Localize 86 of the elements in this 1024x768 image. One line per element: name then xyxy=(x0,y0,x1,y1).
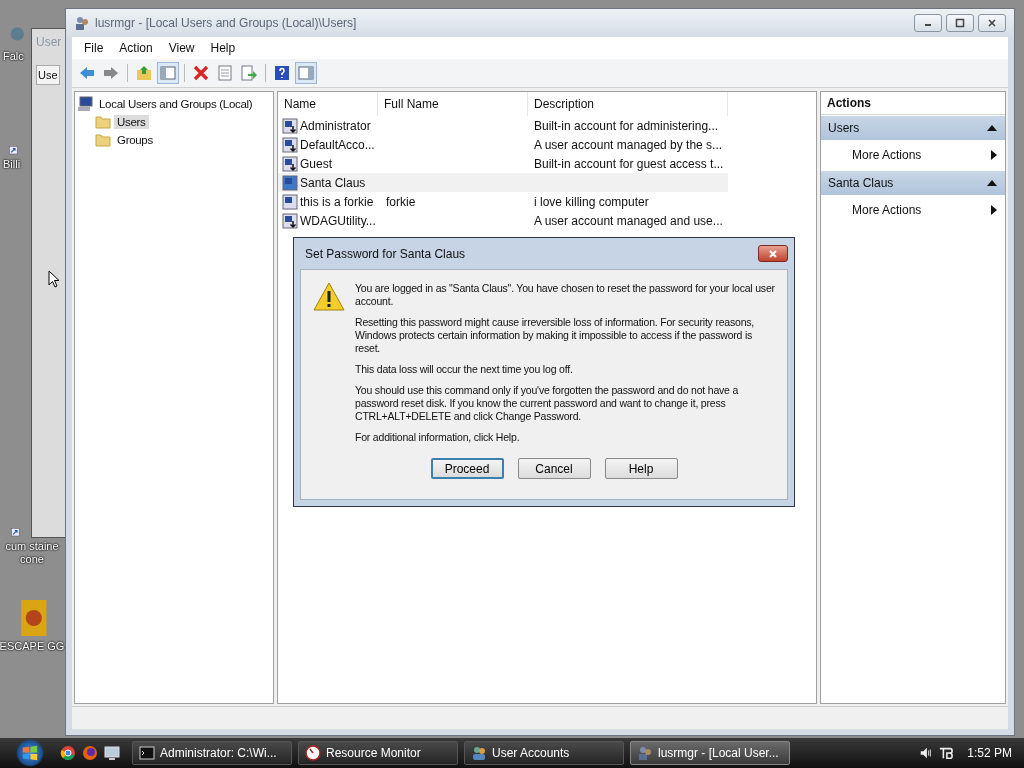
close-icon xyxy=(987,18,997,28)
gauge-icon xyxy=(305,745,321,761)
tray-app-icon[interactable] xyxy=(939,746,954,760)
column-header[interactable]: Full Name xyxy=(378,92,528,116)
windows-logo-icon xyxy=(21,744,39,762)
menu-item[interactable]: View xyxy=(160,39,203,57)
firefox-icon[interactable] xyxy=(82,745,98,761)
users-icon xyxy=(74,15,90,31)
menu-item[interactable]: File xyxy=(76,39,112,57)
dialog-message: Resetting this password might cause irreversible loss of information. For security reasons, Windows protects certain information by making it impossible to access if the password is reset. xyxy=(355,316,756,355)
maximize-button[interactable] xyxy=(946,14,974,32)
clock: 1:52 PM xyxy=(967,746,1012,760)
folder-icon xyxy=(95,114,111,130)
table-cell: Built-in account for guest access t... xyxy=(534,156,724,171)
tree-item[interactable]: Users xyxy=(114,115,149,129)
maximize-icon xyxy=(955,18,965,28)
column-header[interactable]: Description xyxy=(528,92,728,116)
table-cell: Santa Claus xyxy=(300,175,366,190)
table-cell: Administrator xyxy=(300,118,371,133)
monitor-icon[interactable] xyxy=(104,745,120,761)
table-cell: Built-in account for administering... xyxy=(534,118,719,133)
tab[interactable]: Use xyxy=(36,65,60,85)
table-cell: i love killing computer xyxy=(534,194,649,209)
export-icon xyxy=(241,65,257,81)
table-cell: this is a forkie xyxy=(300,194,374,209)
chrome-icon[interactable] xyxy=(60,745,76,761)
pane-icon xyxy=(160,65,176,81)
delete-icon xyxy=(193,65,209,81)
properties-icon xyxy=(217,65,233,81)
table-row[interactable]: this is a forkie forkie i love killing computer xyxy=(278,192,728,211)
taskbar-button[interactable]: User Accounts xyxy=(464,741,624,765)
folder-up-icon xyxy=(136,65,152,81)
table-cell: WDAGUtility... xyxy=(300,213,376,228)
table-cell: forkie xyxy=(386,194,416,209)
close-icon xyxy=(768,248,778,259)
submenu-arrow-icon xyxy=(991,150,997,160)
close-button[interactable] xyxy=(758,245,788,262)
action-section-header[interactable]: Users xyxy=(821,116,1005,140)
users-icon xyxy=(471,745,487,761)
taskbar-button[interactable]: Administrator: C:\Wi... xyxy=(132,741,292,765)
tree-item[interactable]: Local Users and Groups (Local) xyxy=(96,97,256,111)
dialog-message: You are logged in as "Santa Claus". You have chosen to reset the password for your local user account. xyxy=(355,282,775,308)
export-button[interactable] xyxy=(238,62,260,84)
dialog-message: For additional information, click Help. xyxy=(355,431,521,444)
back-arrow-icon xyxy=(79,65,95,81)
action-section-header[interactable]: Santa Claus xyxy=(821,171,1005,195)
table-cell: A user account managed by the s... xyxy=(534,137,723,152)
folder-icon xyxy=(95,132,111,148)
close-button[interactable] xyxy=(978,14,1006,32)
menu-item[interactable]: Help xyxy=(202,39,244,57)
table-row[interactable]: Santa Claus xyxy=(278,173,728,192)
dialog-button[interactable]: Cancel xyxy=(517,458,591,479)
minimize-button[interactable] xyxy=(914,14,942,32)
table-cell: DefaultAcco... xyxy=(300,137,375,152)
action-item[interactable]: More Actions xyxy=(821,195,1005,225)
tree-item[interactable]: Groups xyxy=(114,133,156,147)
column-header[interactable]: Name xyxy=(278,92,378,116)
section-title: Users xyxy=(828,121,860,135)
mouse-cursor-icon xyxy=(48,270,60,288)
users-icon xyxy=(637,745,653,761)
console-icon xyxy=(139,745,155,761)
dialog-title: Set Password for Santa Claus xyxy=(304,246,466,261)
speaker-icon[interactable] xyxy=(919,746,934,760)
window-title: lusrmgr - [Local Users and Groups (Local)\Users] xyxy=(95,16,358,30)
actions-header: Actions xyxy=(821,92,1005,115)
dialog-message: You should use this command only if you've forgotten the password and do not have a password reset disk. If you know the current password and want to change it, press CTRL+ALT+DELETE and click Change Password. xyxy=(355,384,740,423)
taskbar-button[interactable]: Resource Monitor xyxy=(298,741,458,765)
dialog-message: This data loss will occur the next time you log off. xyxy=(355,363,574,376)
menu-item[interactable]: Action xyxy=(111,39,161,57)
table-cell: A user account managed and use... xyxy=(534,213,723,228)
warning-icon xyxy=(313,282,345,312)
submenu-arrow-icon xyxy=(991,205,997,215)
tree-button[interactable] xyxy=(157,62,179,84)
section-title: Santa Claus xyxy=(828,176,894,190)
pane-icon xyxy=(298,65,314,81)
table-cell: Guest xyxy=(300,156,332,171)
forward-arrow-icon xyxy=(103,65,119,81)
action-label: More Actions xyxy=(852,203,922,217)
computer-icon xyxy=(77,96,93,112)
dialog-button[interactable]: Help xyxy=(604,458,678,479)
action-item[interactable]: More Actions xyxy=(821,140,1005,170)
taskbar-button[interactable]: lusrmgr - [Local User... xyxy=(630,741,790,765)
action-label: More Actions xyxy=(852,148,922,162)
help-icon xyxy=(274,65,290,81)
dialog-button[interactable]: Proceed xyxy=(430,458,504,479)
window-title: User xyxy=(36,35,62,49)
